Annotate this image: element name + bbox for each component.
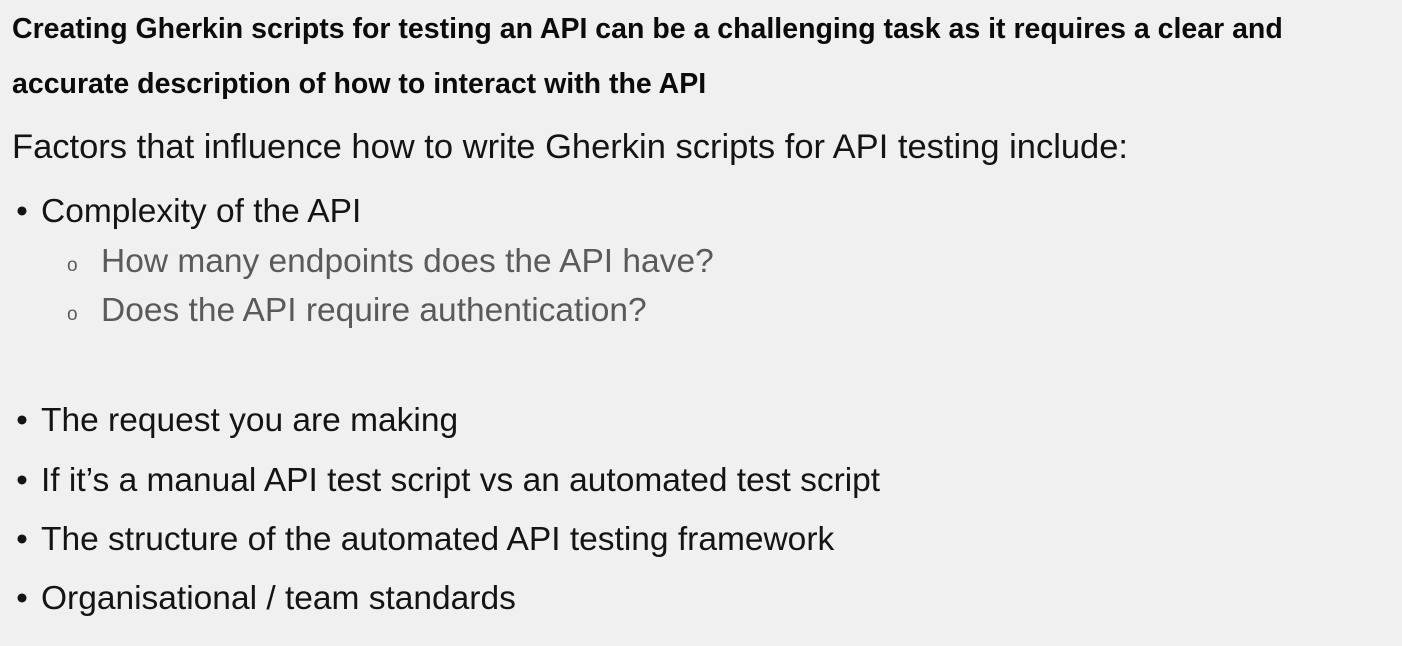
bullet-marker: • (16, 193, 28, 230)
sub-list-item-text: Does the API require authentication? (101, 292, 647, 329)
slide-heading: Creating Gherkin scripts for testing an … (12, 13, 1283, 100)
bullet-marker: • (16, 402, 28, 439)
list-item-text: Organisational / team standards (41, 580, 516, 617)
sub-bullet-marker: o (67, 255, 78, 276)
bullet-marker: • (16, 521, 28, 558)
slide: Creating Gherkin scripts for testing an … (0, 0, 1402, 646)
bullet-marker: • (16, 580, 28, 617)
sub-list-item-text: How many endpoints does the API have? (101, 243, 714, 280)
list-item-text: The request you are making (41, 402, 459, 439)
intro-text: Factors that influence how to write Gher… (12, 128, 1129, 166)
sub-bullet-marker: o (67, 304, 78, 325)
list-item-text: Complexity of the API (41, 193, 362, 230)
list-item-text: If it’s a manual API test script vs an a… (41, 462, 881, 499)
list-item-text: The structure of the automated API testi… (41, 521, 835, 558)
bullet-marker: • (16, 462, 28, 499)
